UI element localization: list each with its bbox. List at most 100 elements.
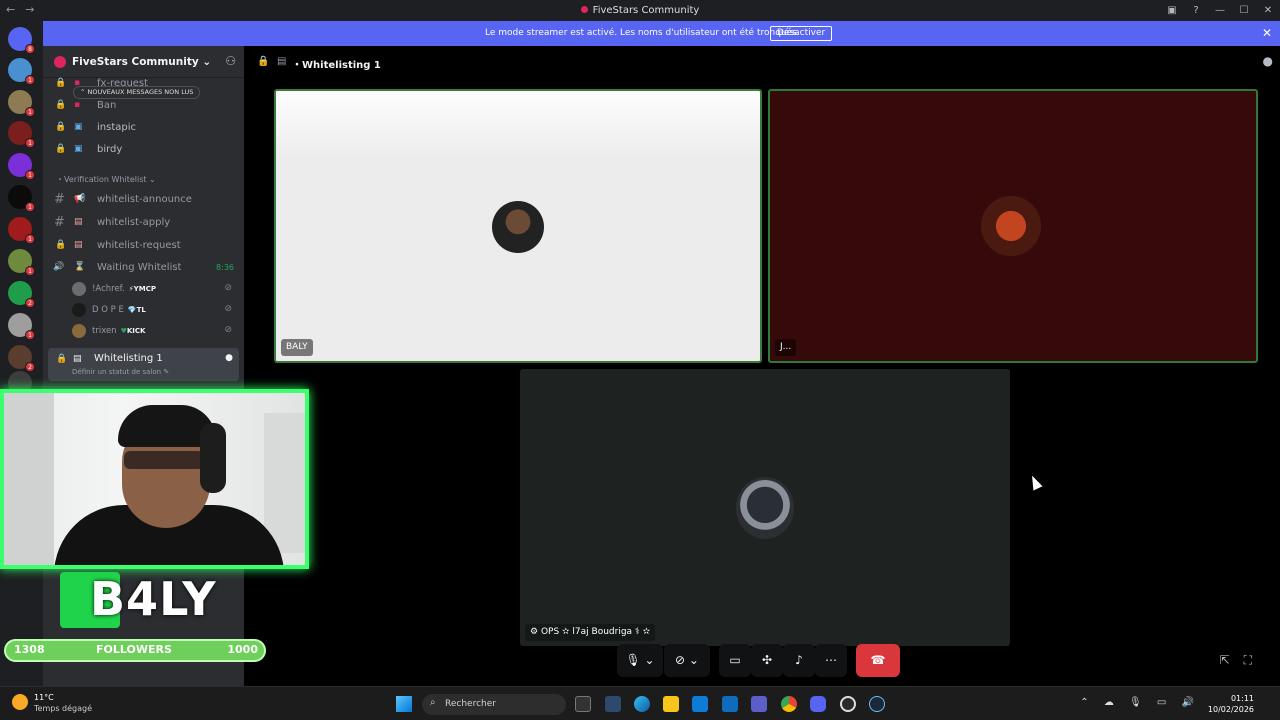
avatar [736,477,794,539]
avatar [72,324,86,338]
discord-icon[interactable] [810,696,826,712]
soundboard-button[interactable]: ♪ [783,644,815,677]
lock-icon: 🔒 [56,354,68,364]
camera-off-button[interactable]: ⊘ ⌄ [664,644,710,677]
banner-message: Le mode streamer est activé. Les noms d'… [485,28,800,38]
channel-whitelist-request[interactable]: 🔒 ▤ whitelist-request [43,236,244,256]
edge-icon[interactable] [634,696,650,712]
channel-birdy[interactable]: 🔒 ▣ birdy [43,140,244,160]
participant-name: BALY [281,339,313,356]
voice-user[interactable]: D O P E 💎TL ⊘ [72,300,242,320]
tray-icons[interactable]: ⌃ ☁ 🎙 ▭ 🔊 [1080,697,1200,708]
disconnect-button[interactable]: ☎ [856,644,900,677]
channel-header: 🔒 ▤ ・Whitelisting 1 ● [244,46,1280,78]
avatar [492,201,544,253]
megaphone-icon: 📢 [74,194,86,204]
server-logo-icon [54,56,66,68]
voice-channel-waiting-whitelist[interactable]: 🔊 ⌛ Waiting Whitelist 8:36 [43,258,244,278]
channel-title: ・Whitelisting 1 [292,60,381,71]
document-icon: ▤ [74,217,83,227]
window-controls: ▣ ? — ☐ ✕ [1160,0,1280,21]
video-tile[interactable]: ⚙ OPS ✫ l7aj Boudriga ⚕ ✫ [520,369,1010,646]
inbox-icon[interactable]: ▣ [1160,5,1184,16]
server-icon[interactable]: 2 [8,281,35,308]
document-icon: ▤ [73,354,82,364]
microphone-button[interactable]: 🎙 ⌄ [617,644,663,677]
server-icon[interactable]: 1 [8,153,35,180]
server-icon[interactable]: 1 [8,121,35,148]
windows-start-icon[interactable] [396,696,412,712]
lock-icon: 🔒 [55,100,67,110]
app-icon[interactable] [605,696,621,712]
obs-icon[interactable] [840,696,856,712]
popout-icon[interactable]: ⇱ [1220,653,1244,667]
channel-whitelisting-1[interactable]: 🔒 ▤ Whitelisting 1 Définir un statut de … [48,348,239,381]
video-tile[interactable]: J... [768,89,1258,363]
speaker-icon: 🔊 [53,262,65,272]
channel-ban[interactable]: 🔒 ▪ Ban [43,96,244,116]
voice-timer: 8:36 [216,263,234,272]
voice-user[interactable]: !Achref. ⚡YMCP ⊘ [72,279,242,299]
sun-icon [12,694,28,710]
server-icon[interactable]: 1 [8,58,35,85]
server-rail: 8 1 1 1 1 1 1 1 2 1 2 [0,21,43,686]
lock-icon: 🔒 [55,78,67,88]
server-icon[interactable]: 1 [8,90,35,117]
brand-text: B4LY [90,572,217,626]
badge-icon: ⚙ [530,627,541,637]
mouse-cursor [1027,473,1043,491]
server-icon[interactable]: 2 [8,345,35,372]
chat-icon[interactable]: ● [1263,54,1273,68]
store-icon[interactable] [692,696,708,712]
screen-share-button[interactable]: ▭ [719,644,751,677]
document-icon: ▤ [74,240,83,250]
channel-icon: ▪ [74,100,81,110]
channel-whitelist-announce[interactable]: # 📢 whitelist-announce [43,190,244,210]
participant-name: J... [775,339,797,356]
chrome-icon[interactable] [781,696,797,712]
window-title: FiveStars Community [0,5,1280,16]
close-window-button[interactable]: ✕ [1256,5,1280,16]
close-icon[interactable]: ✕ [1262,26,1272,40]
channel-status[interactable]: Définir un statut de salon ✎ [72,368,169,376]
document-icon: ▤ [277,56,287,67]
hourglass-icon: ⌛ [74,262,86,272]
video-tile[interactable]: BALY [274,89,762,363]
server-icon[interactable]: 1 [8,185,35,212]
steam-icon[interactable] [869,696,885,712]
clock[interactable]: 01:11 10/02/2026 [1208,693,1254,715]
app-logo-icon [580,6,588,13]
disable-streamer-mode-button[interactable]: Désactiver [770,26,833,41]
streamer-mode-banner: Le mode streamer est activé. Les noms d'… [43,21,1280,46]
direct-messages-icon[interactable]: 8 [8,27,35,54]
followers-label: FOLLOWERS [96,643,172,656]
outlook-icon[interactable] [722,696,738,712]
channel-whitelist-apply[interactable]: # ▤ whitelist-apply [43,213,244,233]
search-icon: ⌕ [430,697,436,708]
taskbar-search[interactable]: ⌕ Rechercher [422,694,566,715]
maximize-button[interactable]: ☐ [1232,5,1256,16]
voice-user[interactable]: trixen ♥KICK ⊘ [72,321,242,341]
fullscreen-icon[interactable]: ⛶ [1244,653,1266,667]
chat-icon[interactable]: ● [225,353,233,363]
server-icon[interactable]: 1 [8,217,35,244]
invite-icon[interactable]: ⚇ [225,54,236,68]
followers-goal-bar: 1308 FOLLOWERS 1000 [4,639,266,662]
lock-icon: 🔒 [55,144,67,154]
server-icon[interactable]: 1 [8,249,35,276]
hash-icon: # [54,215,65,230]
teams-icon[interactable] [751,696,767,712]
image-icon: ▣ [74,122,83,132]
task-view-icon[interactable] [575,696,591,712]
more-options-button[interactable]: ⋯ [815,644,847,677]
screen: ←→ FiveStars Community ▣ ? — ☐ ✕ 8 1 1 1… [0,0,1280,720]
category-verification-whitelist[interactable]: ・Verification Whitelist ⌄ [56,174,156,185]
server-icon[interactable]: 1 [8,313,35,340]
minimize-button[interactable]: — [1208,5,1232,16]
help-icon[interactable]: ? [1184,5,1208,16]
activities-button[interactable]: ✣ [751,644,783,677]
file-explorer-icon[interactable] [663,696,679,712]
lock-icon: 🔒 [55,122,67,132]
streamer-webcam [0,389,309,569]
channel-instapic[interactable]: 🔒 ▣ instapic [43,118,244,138]
